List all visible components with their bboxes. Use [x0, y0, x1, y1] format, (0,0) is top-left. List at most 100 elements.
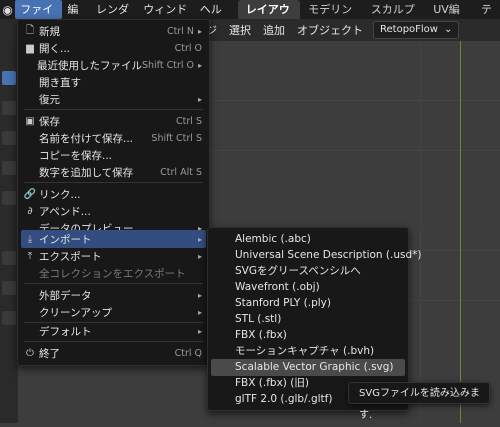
shortcut-label: Shift Ctrl S	[151, 132, 202, 144]
link-icon: 🔗	[23, 188, 37, 200]
move-tool[interactable]	[2, 131, 16, 145]
submenu-arrow-icon: ▸	[197, 94, 202, 104]
menu-item-label: 新規	[39, 25, 60, 38]
menu-item-label: クリーンアップ	[39, 306, 112, 319]
menu-edit[interactable]: 編集	[62, 0, 91, 35]
shortcut-label: Ctrl N	[166, 25, 194, 37]
submenu-arrow-icon: ▸	[197, 60, 202, 70]
menu-item-revert[interactable]: 開き直す	[21, 73, 206, 91]
submenu-arrow-icon: ▸	[197, 307, 202, 317]
menu-item-label: 数字を追加して保存	[39, 166, 134, 179]
addon-dropdown[interactable]: RetopoFlow ⌄	[373, 21, 460, 39]
header-object[interactable]: オブジェクト	[291, 22, 369, 38]
import-icon: ⤓	[27, 233, 33, 245]
import-stanford-ply[interactable]: Stanford PLY (.ply)	[211, 295, 405, 312]
tab-sculpt[interactable]: スカルプト	[363, 0, 426, 35]
submenu-arrow-icon: ▸	[197, 251, 202, 261]
submenu-arrow-icon: ▸	[197, 326, 202, 336]
menu-item-defaults[interactable]: デフォルト ▸	[21, 322, 206, 340]
import-usd[interactable]: Universal Scene Description (.usd*)	[211, 247, 421, 264]
menu-item-open-recent[interactable]: 最近使用したファイル Shift Ctrl O ▸	[21, 56, 206, 74]
shortcut-label: Ctrl O	[174, 42, 202, 54]
menu-item-quit[interactable]: ⏻ 終了 Ctrl Q	[21, 344, 206, 362]
import-wavefront-obj[interactable]: Wavefront (.obj)	[211, 279, 405, 296]
menu-item-save-incremental[interactable]: 数字を追加して保存 Ctrl Alt S	[21, 163, 206, 181]
y-axis-line	[460, 41, 461, 423]
menu-item-label: エクスポート	[39, 250, 102, 263]
export-icon: ⤒	[27, 250, 33, 262]
menu-window[interactable]: ウィンドウ	[138, 0, 195, 35]
cursor-tool[interactable]	[2, 101, 16, 115]
menu-item-label: 復元	[39, 93, 60, 106]
menu-item-label: 終了	[39, 347, 60, 360]
shortcut-label: Ctrl S	[176, 115, 202, 127]
folder-icon: ▆	[26, 42, 34, 54]
menu-item-new[interactable]: 🗋 新規 Ctrl N ▸	[21, 22, 206, 40]
header-add[interactable]: 追加	[257, 22, 291, 38]
menu-item-label: コピーを保存...	[39, 149, 113, 162]
menu-item-label: リンク...	[39, 188, 81, 201]
menu-item-link[interactable]: 🔗 リンク...	[21, 185, 206, 203]
blender-logo-icon[interactable]: ◉	[0, 0, 15, 19]
tab-texture[interactable]: テ	[473, 0, 500, 19]
shortcut-label: Ctrl Q	[174, 347, 202, 359]
menu-file[interactable]: ファイル	[15, 0, 63, 35]
menu-item-label: 開く...	[39, 42, 71, 55]
addon-dropdown-value: RetopoFlow	[380, 24, 438, 35]
menu-help[interactable]: ヘルプ	[195, 0, 233, 35]
tab-modeling[interactable]: モデリング	[300, 0, 363, 35]
menu-separator	[24, 109, 203, 110]
file-menu: 🗋 新規 Ctrl N ▸ ▆ 開く... Ctrl O 最近使用したファイル …	[17, 19, 210, 366]
menu-item-open[interactable]: ▆ 開く... Ctrl O	[21, 39, 206, 57]
chevron-down-icon: ⌄	[443, 24, 453, 35]
menu-item-label: デフォルト	[39, 325, 92, 338]
import-svg[interactable]: Scalable Vector Graphic (.svg)	[211, 359, 405, 376]
menu-render[interactable]: レンダー	[91, 0, 138, 35]
scale-tool[interactable]	[2, 191, 16, 205]
import-svg-grease-pencil[interactable]: SVGをグリースペンシルへ	[211, 263, 405, 280]
menu-separator	[24, 341, 203, 342]
menu-item-label: 保存	[39, 115, 60, 128]
menu-item-label: 名前を付けて保存...	[39, 132, 134, 145]
submenu-arrow-icon: ▸	[197, 234, 202, 244]
menu-item-append[interactable]: ∂ アペンド...	[21, 202, 206, 220]
menu-item-label: 開き直す	[39, 76, 81, 89]
tool-shelf	[0, 41, 18, 423]
add-cube-tool[interactable]	[2, 311, 16, 325]
header-select[interactable]: 選択	[223, 22, 257, 38]
menu-item-export[interactable]: ⤒ エクスポート ▸	[21, 247, 206, 265]
tab-layout[interactable]: レイアウト	[237, 0, 301, 35]
submenu-arrow-icon: ▸	[197, 26, 202, 36]
menu-item-label: アペンド...	[39, 205, 91, 218]
import-fbx[interactable]: FBX (.fbx)	[211, 327, 405, 344]
annotate-tool[interactable]	[2, 251, 16, 265]
menu-item-clean-up[interactable]: クリーンアップ ▸	[21, 303, 206, 321]
menu-item-label: 全コレクションをエクスポート	[39, 267, 186, 280]
menu-item-import[interactable]: ⤓ インポート ▸	[21, 230, 206, 248]
tab-uv-editing[interactable]: UV編集	[425, 0, 473, 35]
shortcut-label: Ctrl Alt S	[160, 166, 202, 178]
append-icon: ∂	[27, 205, 33, 217]
import-bvh[interactable]: モーションキャプチャ (.bvh)	[211, 343, 405, 360]
menu-separator	[24, 283, 203, 284]
rotate-tool[interactable]	[2, 161, 16, 175]
submenu-arrow-icon: ▸	[197, 290, 202, 300]
import-stl[interactable]: STL (.stl)	[211, 311, 405, 328]
import-alembic[interactable]: Alembic (.abc)	[211, 231, 405, 248]
menu-item-export-all-collections[interactable]: 全コレクションをエクスポート	[21, 264, 206, 282]
menu-item-save-as[interactable]: 名前を付けて保存... Shift Ctrl S	[21, 129, 206, 147]
select-box-tool[interactable]	[2, 71, 16, 85]
power-icon: ⏻	[26, 347, 34, 359]
menu-item-save-copy[interactable]: コピーを保存...	[21, 146, 206, 164]
menu-separator	[24, 182, 203, 183]
measure-tool[interactable]	[2, 281, 16, 295]
top-menu-bar: ◉ ファイル 編集 レンダー ウィンドウ ヘルプ レイアウト モデリング スカル…	[0, 0, 500, 35]
menu-item-save[interactable]: ▣ 保存 Ctrl S	[21, 112, 206, 130]
menu-item-recover[interactable]: 復元 ▸	[21, 90, 206, 108]
menu-item-external-data[interactable]: 外部データ ▸	[21, 286, 206, 304]
new-file-icon: 🗋	[25, 24, 35, 36]
tooltip: SVGファイルを読み込みます.	[348, 382, 490, 421]
save-icon: ▣	[25, 115, 35, 127]
grid-line	[420, 41, 421, 423]
menu-item-label: インポート	[39, 233, 92, 246]
